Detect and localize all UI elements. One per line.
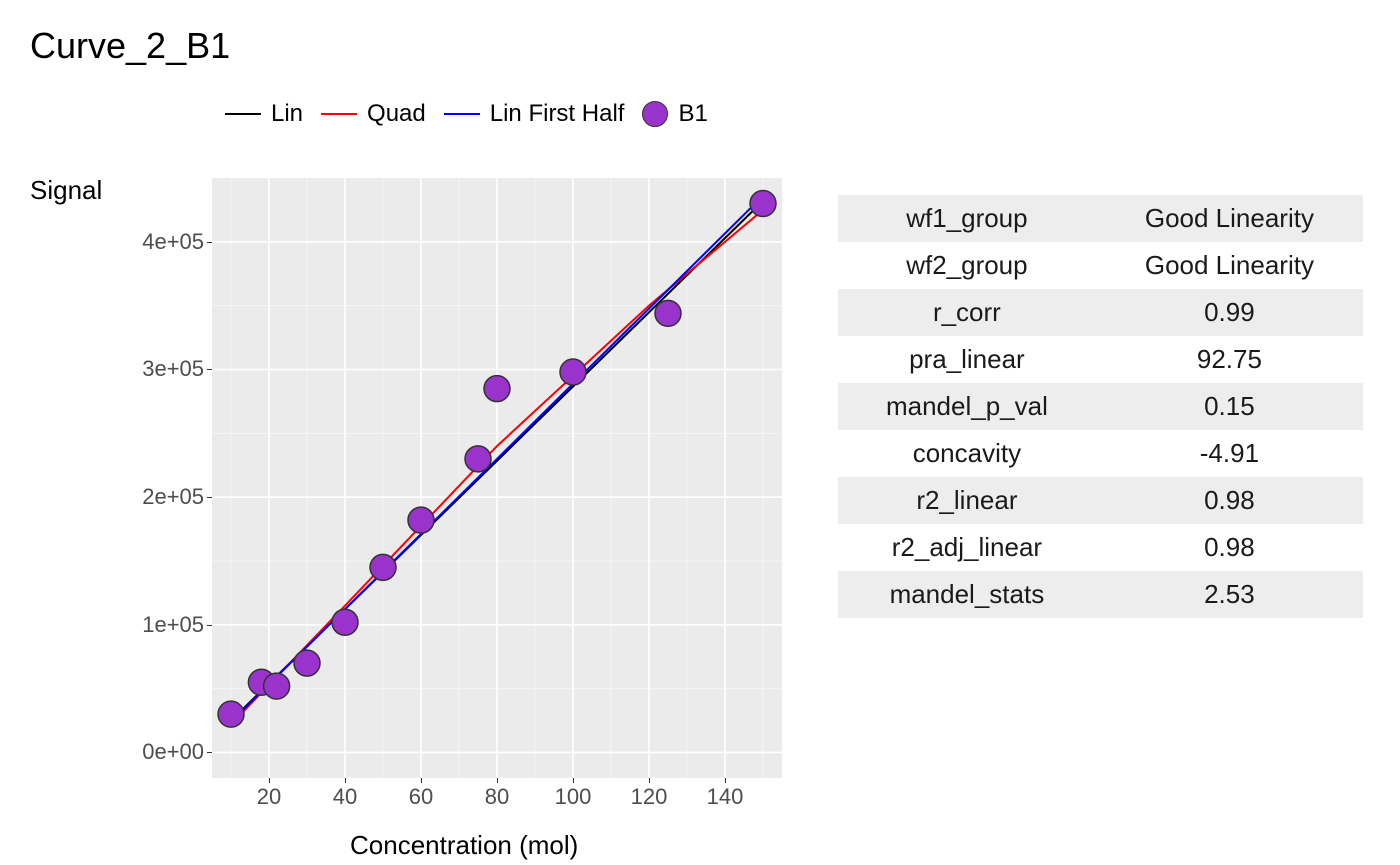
legend-swatch-lin [225,113,261,115]
legend-swatch-quad [321,113,357,115]
legend-label-b1: B1 [678,100,707,128]
x-tick-label: 60 [409,784,433,810]
legend-item-linfh: Lin First Half [444,100,625,128]
plot-area: 0e+00 1e+05 2e+05 3e+05 4e+05 20 40 60 80 100 120… [132,178,782,818]
plot-svg [212,178,782,778]
legend: Lin Quad Lin First Half B1 [225,100,708,128]
y-tick-label: 3e+05 [142,356,204,382]
stats-row: mandel_p_val0.15 [838,383,1363,430]
legend-swatch-b1 [642,101,668,127]
stats-table: wf1_groupGood Linearitywf2_groupGood Lin… [838,195,1363,618]
legend-swatch-linfh [444,113,480,115]
stats-label: mandel_stats [838,571,1096,618]
stats-row: concavity-4.91 [838,430,1363,477]
stats-value: 92.75 [1096,336,1363,383]
legend-item-lin: Lin [225,100,303,128]
stats-value: 0.98 [1096,477,1363,524]
y-tick-label: 0e+00 [142,739,204,765]
x-axis-label: Concentration (mol) [350,830,578,861]
x-tick-label: 80 [485,784,509,810]
x-tick-label: 40 [333,784,357,810]
stats-value: 0.15 [1096,383,1363,430]
stats-label: r_corr [838,289,1096,336]
stats-row: r2_adj_linear0.98 [838,524,1363,571]
stats-label: r2_linear [838,477,1096,524]
stats-label: wf1_group [838,195,1096,242]
legend-label-quad: Quad [367,100,426,128]
stats-value: Good Linearity [1096,242,1363,289]
stats-value: 0.99 [1096,289,1363,336]
stats-row: wf2_groupGood Linearity [838,242,1363,289]
x-tick-label: 100 [555,784,592,810]
stats-label: concavity [838,430,1096,477]
stats-table-wrap: wf1_groupGood Linearitywf2_groupGood Lin… [838,195,1363,618]
legend-label-linfh: Lin First Half [490,100,625,128]
legend-item-quad: Quad [321,100,426,128]
stats-label: wf2_group [838,242,1096,289]
y-tick-label: 2e+05 [142,484,204,510]
stats-label: r2_adj_linear [838,524,1096,571]
x-tick-label: 120 [631,784,668,810]
page-title: Curve_2_B1 [30,25,230,67]
stats-label: pra_linear [838,336,1096,383]
stats-row: r2_linear0.98 [838,477,1363,524]
y-tick-label: 1e+05 [142,612,204,638]
y-axis-label: Signal [30,175,102,206]
stats-row: wf1_groupGood Linearity [838,195,1363,242]
stats-value: Good Linearity [1096,195,1363,242]
legend-item-b1: B1 [642,100,707,128]
x-tick-label: 20 [257,784,281,810]
stats-label: mandel_p_val [838,383,1096,430]
legend-label-lin: Lin [271,100,303,128]
x-tick-label: 140 [707,784,744,810]
y-tick-label: 4e+05 [142,229,204,255]
stats-value: -4.91 [1096,430,1363,477]
stats-row: pra_linear92.75 [838,336,1363,383]
plot-panel [212,178,782,778]
stats-value: 0.98 [1096,524,1363,571]
stats-value: 2.53 [1096,571,1363,618]
stats-row: r_corr0.99 [838,289,1363,336]
stats-row: mandel_stats2.53 [838,571,1363,618]
